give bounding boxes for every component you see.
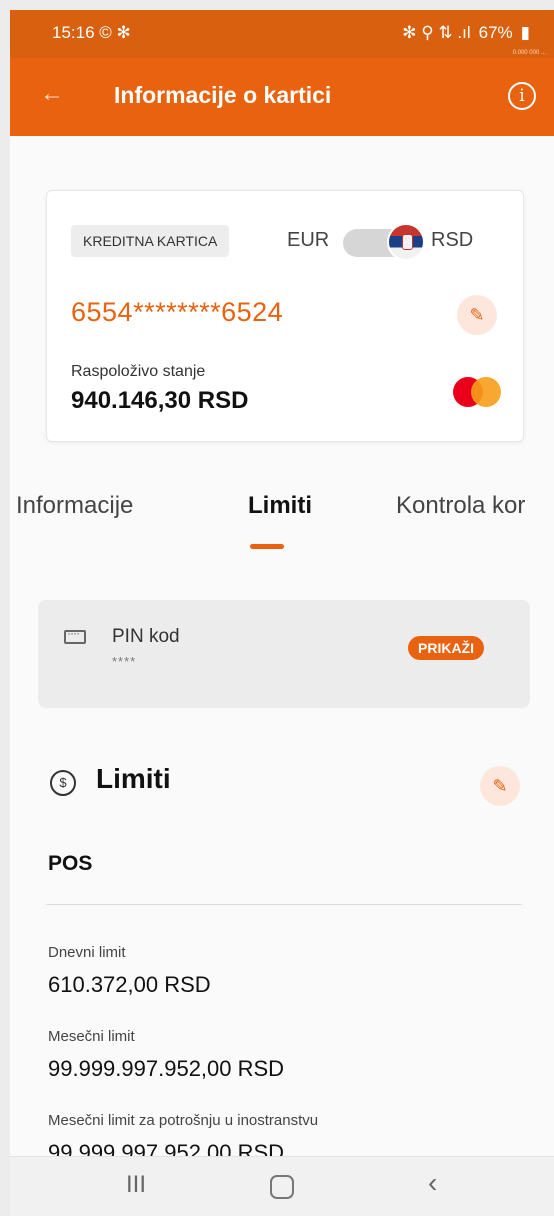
limits-edit-button[interactable]: ✎ xyxy=(480,766,520,806)
card-summary: KREDITNA KARTICA EUR RSD 6554********652… xyxy=(46,190,524,442)
pin-panel: PIN kod **** PRIKAŽI xyxy=(38,600,530,708)
back-icon[interactable]: ‹ xyxy=(428,1167,437,1199)
tab-limiti[interactable]: Limiti xyxy=(248,492,312,520)
divider xyxy=(46,904,522,905)
available-balance-label: Raspoloživo stanje xyxy=(71,363,206,380)
status-small-text: 0.000 000 ... xyxy=(512,50,546,56)
status-right: ✻ ⚲ ⇅ .ıl 67% ▮ xyxy=(402,23,530,43)
back-arrow-icon[interactable]: ← xyxy=(40,80,64,108)
mastercard-logo-icon xyxy=(453,377,503,407)
card-edit-button[interactable]: ✎ xyxy=(457,295,497,335)
currency-eur-label: EUR xyxy=(287,229,330,251)
limits-title: Limiti xyxy=(96,763,171,794)
notification-icons: © ✻ xyxy=(99,23,131,42)
clock: 15:16 xyxy=(52,23,95,42)
foreign-limit-label: Mesečni limit za potrošnju u inostranstv… xyxy=(48,1112,319,1129)
signal-icons: ✻ ⚲ ⇅ .ıl xyxy=(402,23,471,42)
status-time: 15:16 © ✻ xyxy=(52,23,131,43)
monthly-limit-value: 99.999.997.952,00 RSD xyxy=(48,1056,285,1081)
home-icon[interactable] xyxy=(270,1175,294,1199)
battery-icon: ▮ xyxy=(520,23,530,42)
mastercard-orange-circle xyxy=(471,377,501,407)
tab-bar: Informacije Limiti Kontrola kor xyxy=(10,492,554,552)
pin-value: **** xyxy=(112,654,137,669)
daily-limit-value: 610.372,00 RSD xyxy=(48,972,211,997)
system-nav-bar: III ‹ xyxy=(10,1156,554,1216)
pos-section-title: POS xyxy=(48,852,93,875)
currency-toggle[interactable] xyxy=(343,223,425,261)
recents-icon[interactable]: III xyxy=(126,1171,146,1199)
status-bar: 15:16 © ✻ ✻ ⚲ ⇅ .ıl 67% ▮ 0.000 000 ... xyxy=(10,10,554,58)
serbia-flag-icon xyxy=(387,223,425,261)
pin-label: PIN kod xyxy=(112,626,180,647)
currency-rsd-label: RSD xyxy=(431,229,474,251)
tab-kontrola[interactable]: Kontrola kor xyxy=(396,492,525,520)
page-title: Informacije o kartici xyxy=(114,82,332,108)
dollar-icon: $ xyxy=(50,770,76,796)
app-screen: 15:16 © ✻ ✻ ⚲ ⇅ .ıl 67% ▮ 0.000 000 ... … xyxy=(10,10,554,1216)
monthly-limit-label: Mesečni limit xyxy=(48,1028,135,1045)
keypad-icon xyxy=(64,626,86,644)
battery-level: 67% xyxy=(478,23,513,42)
show-pin-button[interactable]: PRIKAŽI xyxy=(408,636,484,660)
tab-informacije[interactable]: Informacije xyxy=(16,492,133,520)
daily-limit-label: Dnevni limit xyxy=(48,944,126,961)
active-tab-indicator xyxy=(250,544,284,549)
app-bar: ← Informacije o kartici i xyxy=(10,58,554,136)
info-icon[interactable]: i xyxy=(508,82,536,110)
card-type-badge: KREDITNA KARTICA xyxy=(71,225,230,257)
available-balance-value: 940.146,30 RSD xyxy=(71,387,249,414)
card-number: 6554********6524 xyxy=(71,297,284,327)
